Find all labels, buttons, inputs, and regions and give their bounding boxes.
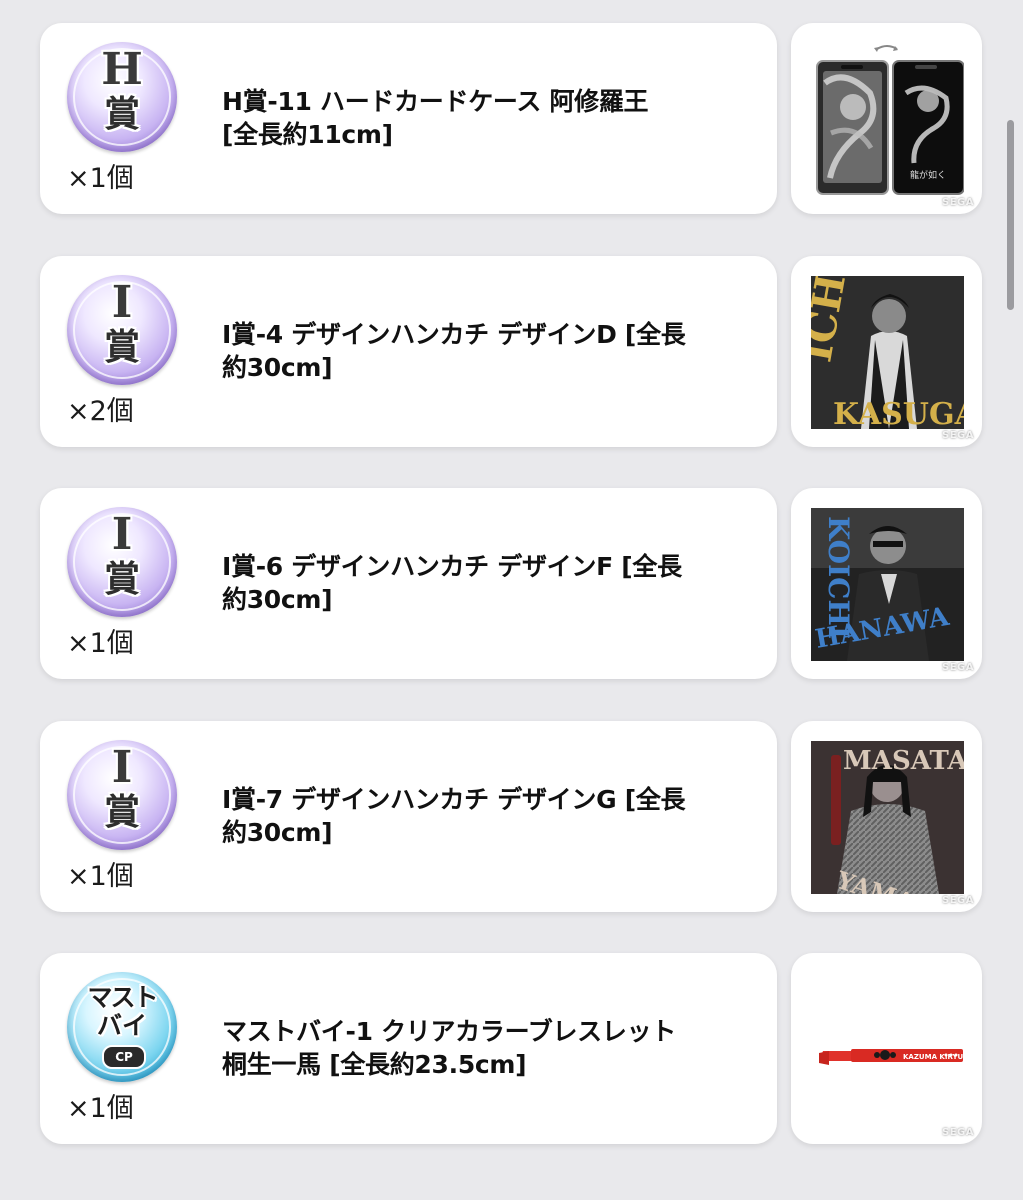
svg-text:MASATAKA: MASATAKA — [843, 746, 964, 776]
sega-watermark: SEGA — [942, 662, 974, 673]
prize-thumbnail[interactable]: 龍が如く SEGA — [791, 23, 982, 214]
prize-card[interactable]: I 賞 ×2個 I賞-4 デザインハンカチ デザインD [全長 約30cm] — [40, 256, 777, 447]
prize-title: マストバイ-1 クリアカラーブレスレット 桐生一馬 [全長約23.5cm] — [222, 1017, 676, 1079]
handkerchief-image: ICHIBAN KASUGA — [811, 276, 964, 429]
prize-card[interactable]: I 賞 ×1個 I賞-7 デザインハンカチ デザインG [全長 約30cm] — [40, 721, 777, 912]
prize-rank-i-badge: I 賞 — [67, 507, 177, 617]
prize-card[interactable]: マスト バイ CP ×1個 マストバイ-1 クリアカラーブレスレット 桐生一馬 … — [40, 953, 777, 1144]
prize-title: I賞-7 デザインハンカチ デザインG [全長 約30cm] — [222, 785, 686, 847]
prize-row-mustbuy1[interactable]: マスト バイ CP ×1個 マストバイ-1 クリアカラーブレスレット 桐生一馬 … — [40, 953, 982, 1144]
prize-title: H賞-11 ハードカードケース 阿修羅王 [全長約11cm] — [222, 87, 649, 149]
prize-thumbnail[interactable]: ICHIBAN KASUGA SEGA — [791, 256, 982, 447]
prize-row-i7[interactable]: I 賞 ×1個 I賞-7 デザインハンカチ デザインG [全長 約30cm] M… — [40, 721, 982, 912]
prize-title: I賞-6 デザインハンカチ デザインF [全長 約30cm] — [222, 552, 682, 614]
handkerchief-image: MASATAKA YAMAI — [811, 741, 964, 894]
prize-list: H 賞 ×1個 H賞-11 ハードカードケース 阿修羅王 [全長約11cm] 龍… — [0, 0, 1023, 1200]
prize-rank-h-badge: H 賞 — [67, 42, 177, 152]
prize-thumbnail[interactable]: MASATAKA YAMAI SEGA — [791, 721, 982, 912]
arrows-icon — [874, 45, 898, 52]
prize-card[interactable]: H 賞 ×1個 H賞-11 ハードカードケース 阿修羅王 [全長約11cm] — [40, 23, 777, 214]
prize-quantity: ×1個 — [67, 1093, 134, 1124]
card-case-image: 龍が如く — [816, 45, 964, 195]
svg-text:KASUGA: KASUGA — [833, 397, 964, 429]
sega-watermark: SEGA — [942, 430, 974, 441]
prize-title: I賞-4 デザインハンカチ デザインD [全長 約30cm] — [222, 320, 686, 382]
prize-rank-i-badge: I 賞 — [67, 740, 177, 850]
prize-quantity: ×1個 — [67, 163, 134, 194]
sega-watermark: SEGA — [942, 1127, 974, 1138]
prize-row-i6[interactable]: I 賞 ×1個 I賞-6 デザインハンカチ デザインF [全長 約30cm] K… — [40, 488, 982, 679]
prize-quantity: ×2個 — [67, 396, 134, 427]
svg-text:KAZUMA KIRYU: KAZUMA KIRYU — [903, 1053, 964, 1061]
prize-rank-i-badge: I 賞 — [67, 275, 177, 385]
prize-card[interactable]: I 賞 ×1個 I賞-6 デザインハンカチ デザインF [全長 約30cm] — [40, 488, 777, 679]
prize-thumbnail[interactable]: KAZUMA KIRYU SEGA — [791, 953, 982, 1144]
svg-text:龍が如く: 龍が如く — [910, 169, 946, 181]
prize-quantity: ×1個 — [67, 861, 134, 892]
prize-row-h11[interactable]: H 賞 ×1個 H賞-11 ハードカードケース 阿修羅王 [全長約11cm] 龍… — [40, 23, 982, 214]
bracelet-image: KAZUMA KIRYU — [819, 1049, 964, 1065]
must-buy-cp-badge: マスト バイ CP — [67, 972, 177, 1082]
prize-row-i4[interactable]: I 賞 ×2個 I賞-4 デザインハンカチ デザインD [全長 約30cm] I… — [40, 256, 982, 447]
vertical-scrollbar[interactable] — [1007, 120, 1014, 310]
prize-quantity: ×1個 — [67, 628, 134, 659]
prize-thumbnail[interactable]: KOICHI HANAWA SEGA — [791, 488, 982, 679]
sega-watermark: SEGA — [942, 895, 974, 906]
sega-watermark: SEGA — [942, 197, 974, 208]
handkerchief-image: KOICHI HANAWA — [811, 508, 964, 661]
